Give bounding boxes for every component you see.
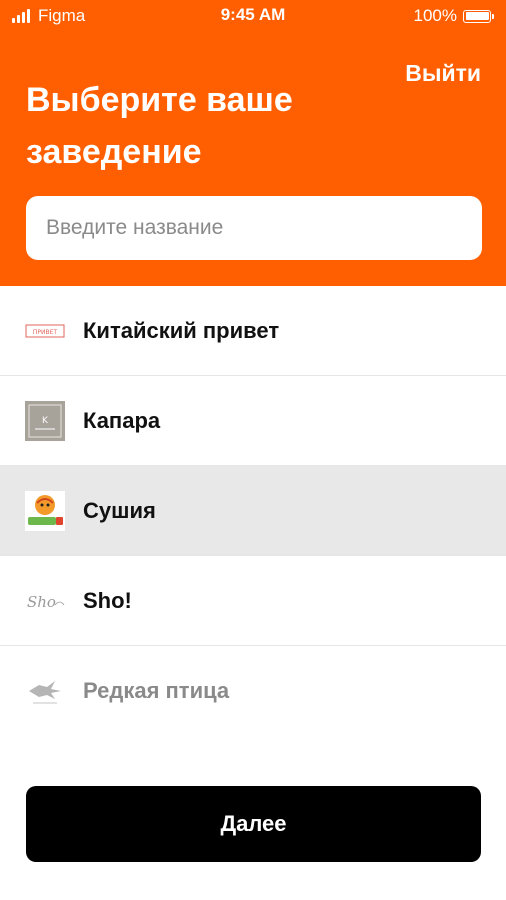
venue-item-kitayskiy-privet[interactable]: ПРИВЕТ Китайский привет [0, 286, 506, 376]
kapara-logo-icon: K [25, 400, 65, 441]
venue-item-kapara[interactable]: K Капара [0, 376, 506, 466]
page-title: Выберите ваше заведение [26, 81, 293, 171]
venue-name: Сушия [83, 497, 156, 523]
logout-button[interactable]: Выйти [405, 60, 481, 87]
sho-logo-icon: Sho [25, 581, 65, 621]
venue-name: Редкая птица [83, 678, 230, 703]
venue-item-redkaya-ptitsa[interactable]: Редкая птица [0, 646, 506, 736]
battery-icon [463, 9, 491, 23]
venue-name: Sho! [83, 587, 132, 613]
kitayskiy-privet-logo-icon: ПРИВЕТ [25, 311, 65, 351]
status-bar: Figma 9:45 AM 100% [0, 0, 506, 34]
status-right: 100% [414, 6, 494, 26]
redkaya-ptitsa-logo-icon [25, 671, 65, 711]
venue-list: ПРИВЕТ Китайский привет K Капара Сушия S… [0, 286, 506, 736]
sushiya-logo-icon [25, 490, 65, 531]
svg-text:Sho: Sho [27, 593, 56, 611]
svg-text:ПРИВЕТ: ПРИВЕТ [33, 329, 58, 336]
battery-percent: 100% [413, 6, 457, 25]
venue-item-sushiya[interactable]: Сушия [0, 466, 506, 556]
venue-name: Капара [83, 407, 161, 433]
search-input[interactable] [26, 196, 482, 260]
battery-fill [465, 12, 489, 20]
next-button[interactable]: Далее [26, 786, 481, 862]
venue-item-sho[interactable]: Sho Sho! [0, 556, 506, 646]
header: Figma 9:45 AM 100% Выйти Выберите ваше з… [0, 0, 506, 286]
venue-name: Китайский привет [83, 317, 280, 343]
battery-tip [492, 13, 494, 19]
